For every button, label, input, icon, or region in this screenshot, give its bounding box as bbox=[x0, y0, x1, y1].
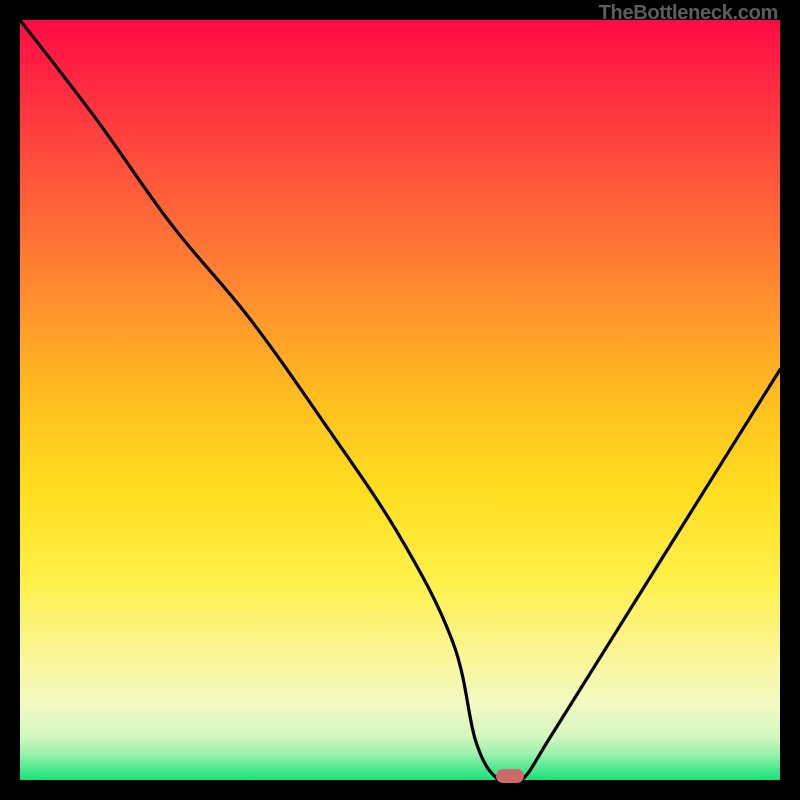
optimum-marker bbox=[496, 769, 524, 783]
gradient-background bbox=[20, 20, 780, 780]
chart-svg bbox=[20, 20, 780, 780]
chart-frame bbox=[20, 20, 780, 780]
